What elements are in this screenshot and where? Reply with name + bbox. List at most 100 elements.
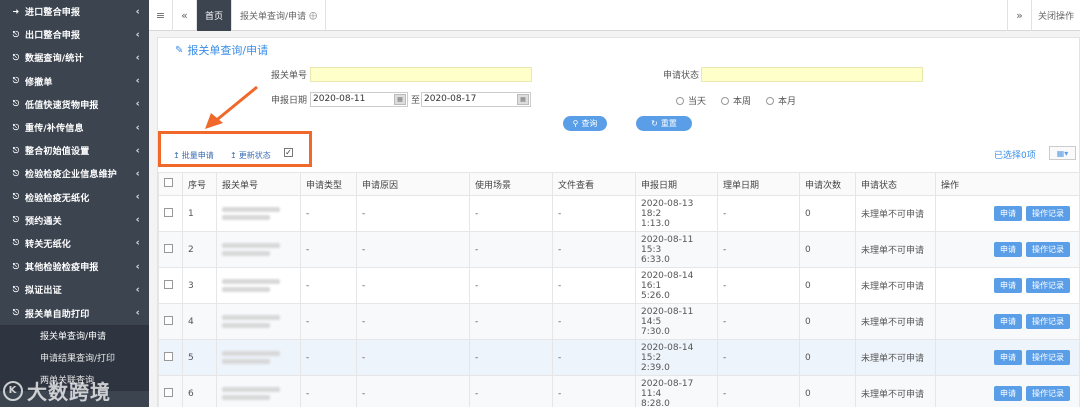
table-row[interactable]: 5- - - -2020-08-14 15:2 2:39.0-0 未理单不可申请 申请 操作记… (158, 339, 1080, 376)
select-all-checkbox[interactable] (164, 178, 173, 187)
apply-button[interactable]: 申请 (994, 350, 1022, 365)
row-checkbox[interactable] (164, 243, 173, 253)
date-to-input[interactable]: 2020-08-17 ▦ (421, 92, 531, 107)
tab-home[interactable]: 首页 (197, 0, 233, 31)
radio-this-month[interactable]: 本月 (766, 94, 796, 107)
decl-no-redacted (216, 303, 301, 340)
sidebar-item[interactable]: ⎋ 重传/补传信息 ‹ (0, 116, 149, 139)
row-select[interactable] (158, 267, 183, 304)
table-row[interactable]: 2- - - -2020-08-11 15:3 6:33.0-0 未理单不可申请 申请 操作记… (158, 231, 1080, 268)
header-cell[interactable]: 申请状态 (855, 172, 936, 196)
sidebar-item[interactable]: ⎋ 检验检疫无纸化 ‹ (0, 186, 149, 209)
redacted-text (222, 279, 295, 292)
usage-scene: - (469, 267, 553, 304)
annotation-arrow-icon (205, 85, 258, 129)
columns-menu-button[interactable]: ▦▾ (1049, 146, 1076, 160)
chevron-left-icon: ‹ (135, 122, 140, 134)
operation-log-button[interactable]: 操作记录 (1026, 314, 1070, 329)
apply-button[interactable]: 申请 (994, 386, 1022, 401)
decl-no-input[interactable] (310, 67, 532, 82)
row-checkbox[interactable] (164, 207, 173, 217)
chevron-left-icon: ‹ (135, 29, 140, 41)
header-cell[interactable]: 文件查看 (552, 172, 636, 196)
date-from-input[interactable]: 2020-08-11 ▦ (310, 92, 408, 107)
submenu-item-declaration-query[interactable]: 报关单查询/申请 (0, 325, 149, 347)
sidebar-item[interactable]: ⎋ 报关单自助打印 ‹ (0, 301, 149, 325)
row-checkbox[interactable] (164, 351, 173, 361)
selected-count: 已选择0项 (994, 151, 1036, 161)
sign-out-icon: ⎋ (12, 192, 20, 202)
row-checkbox[interactable] (164, 315, 173, 325)
apply-count: 0 (799, 231, 856, 268)
close-operations-button[interactable]: 关闭操作 (1030, 0, 1080, 31)
sign-out-icon: ⎋ (12, 261, 20, 271)
header-cell[interactable]: 申请原因 (356, 172, 470, 196)
search-button[interactable]: ⚲ 查询 (563, 116, 607, 131)
radio-this-week[interactable]: 本周 (721, 94, 751, 107)
status-select[interactable] (701, 67, 923, 82)
apply-count: 0 (799, 303, 856, 340)
table-row[interactable]: 1- - - -2020-08-13 18:2 1:13.0-0 未理单不可申请 申请 操作记… (158, 195, 1080, 232)
row-select[interactable] (158, 375, 183, 407)
row-checkbox[interactable] (164, 387, 173, 397)
row-select[interactable] (158, 195, 183, 232)
sign-out-icon: ⎋ (12, 308, 20, 318)
sign-out-icon: ⎋ (12, 99, 20, 109)
row-select[interactable] (158, 303, 183, 340)
sidebar-item[interactable]: ⎋ 拟证出证 ‹ (0, 278, 149, 301)
sidebar-item[interactable]: ⎋ 整合初始值设置 ‹ (0, 139, 149, 162)
apply-type: - (300, 339, 357, 376)
close-tab-icon[interactable]: ⨁ (309, 11, 317, 20)
tab-declaration-query[interactable]: 报关单查询/申请 ⨁ (232, 0, 327, 31)
sidebar-item[interactable]: ⎋ 出口整合申报 ‹ (0, 23, 149, 46)
row-select[interactable] (158, 339, 183, 376)
operation-log-button[interactable]: 操作记录 (1026, 206, 1070, 221)
radio-today[interactable]: 当天 (676, 94, 706, 107)
update-status-button[interactable]: ↥ 更新状态 (230, 150, 271, 161)
sidebar-item-label: 整合初始值设置 (25, 147, 90, 158)
apply-button[interactable]: 申请 (994, 206, 1022, 221)
table-row[interactable]: 6- - - -2020-08-17 11:4 8:28.0-0 未理单不可申请 申请 操作记… (158, 375, 1080, 407)
sidebar-item[interactable]: ⎋ 转关无纸化 ‹ (0, 232, 149, 255)
header-cell[interactable]: 申请次数 (799, 172, 856, 196)
operation-log-button[interactable]: 操作记录 (1026, 278, 1070, 293)
header-cell[interactable]: 使用场景 (469, 172, 553, 196)
sidebar-item[interactable]: ⎋ 修撤单 ‹ (0, 70, 149, 93)
calendar-icon[interactable]: ▦ (517, 94, 529, 105)
batch-apply-button[interactable]: ↥ 批量申请 (173, 150, 214, 161)
table-row[interactable]: 3- - - -2020-08-14 16:1 5:26.0-0 未理单不可申请 申请 操作记… (158, 267, 1080, 304)
header-cell[interactable]: 申请类型 (300, 172, 357, 196)
header-cell[interactable]: 序号 (182, 172, 217, 196)
scroll-left-icon[interactable]: « (173, 0, 197, 31)
sidebar-item[interactable]: ⎋ 检验检疫企业信息维护 ‹ (0, 162, 149, 185)
row-select[interactable] (158, 231, 183, 268)
sidebar-item[interactable]: ⎋ 预约通关 ‹ (0, 209, 149, 232)
apply-status: 未理单不可申请 (855, 303, 936, 340)
operation-log-button[interactable]: 操作记录 (1026, 386, 1070, 401)
header-select-all[interactable] (158, 172, 183, 196)
row-checkbox[interactable] (164, 279, 173, 289)
sidebar-item[interactable]: ⎋ 低值快速货物申报 ‹ (0, 93, 149, 116)
decl-date: 2020-08-14 15:2 2:39.0 (635, 339, 718, 376)
apply-button[interactable]: 申请 (994, 314, 1022, 329)
header-cell[interactable]: 报关单号 (216, 172, 301, 196)
sidebar-item[interactable]: ⎋ 数据查询/统计 ‹ (0, 46, 149, 69)
apply-button[interactable]: 申请 (994, 278, 1022, 293)
reset-button[interactable]: ↻ 重置 (636, 116, 692, 131)
scroll-right-icon[interactable]: » (1006, 0, 1031, 31)
sidebar-item[interactable]: ➜ 进口整合申报 ‹ (0, 0, 149, 23)
tidy-date: - (717, 231, 800, 268)
operation-log-button[interactable]: 操作记录 (1026, 242, 1070, 257)
menu-toggle-icon[interactable]: ≡ (149, 0, 173, 31)
table-row[interactable]: 4- - - -2020-08-11 14:5 7:30.0-0 未理单不可申请 申请 操作记… (158, 303, 1080, 340)
submenu-item-result-query[interactable]: 申请结果查询/打印 (0, 347, 149, 369)
chevron-left-icon: ‹ (135, 6, 140, 18)
header-cell[interactable]: 理单日期 (717, 172, 800, 196)
header-cell[interactable]: 申报日期 (635, 172, 718, 196)
toggle-checkbox[interactable]: ✓ (284, 148, 293, 157)
apply-reason: - (356, 231, 470, 268)
sidebar-item[interactable]: ⎋ 其他检验检疫申报 ‹ (0, 255, 149, 278)
operation-log-button[interactable]: 操作记录 (1026, 350, 1070, 365)
apply-button[interactable]: 申请 (994, 242, 1022, 257)
calendar-icon[interactable]: ▦ (394, 94, 406, 105)
